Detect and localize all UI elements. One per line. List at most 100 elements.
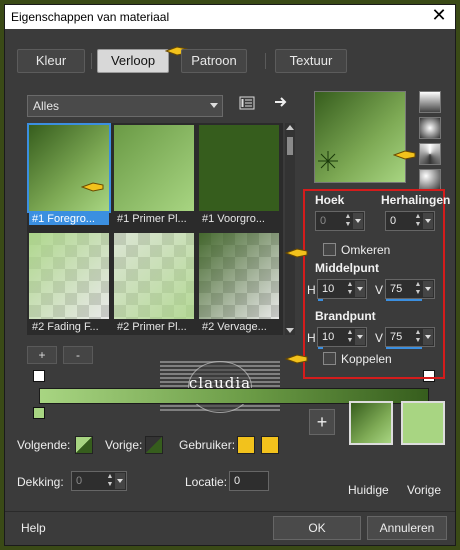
close-button[interactable]: ✕ <box>429 6 449 26</box>
chevron-down-icon[interactable] <box>423 281 433 297</box>
locatie-field[interactable]: 0 <box>229 471 269 491</box>
tab-separator <box>91 53 92 69</box>
gradient-preview[interactable] <box>314 91 406 183</box>
vorige-label: Vorige: <box>105 438 143 452</box>
middelpunt-v-slider[interactable] <box>386 299 422 301</box>
huidige-label: Huidige <box>348 483 389 497</box>
gradient-gallery: #1 Foregro... #1 Primer Pl... #1 Voorgro… <box>27 123 283 335</box>
gallery-filter-dropdown[interactable]: Alles <box>27 95 223 117</box>
sunburst-gradient-type-button[interactable] <box>419 143 441 165</box>
tab-separator <box>265 53 266 69</box>
gradient-thumbnail <box>114 233 194 319</box>
brandpunt-h-slider[interactable] <box>318 347 323 349</box>
middelpunt-h-spinner[interactable]: 10 ▲ ▼ <box>317 279 367 301</box>
vorige-swatch[interactable] <box>145 436 163 454</box>
chevron-down-icon[interactable] <box>423 213 433 229</box>
brandpunt-v-value: 75 <box>390 331 403 343</box>
vorige-swatch-label: Vorige <box>407 483 442 497</box>
opacity-stop-left[interactable] <box>33 370 45 382</box>
gebruiker-swatch-1[interactable] <box>237 436 255 454</box>
tab-textuur[interactable]: Textuur <box>275 49 347 73</box>
middelpunt-v-value: 75 <box>390 283 403 295</box>
koppelen-checkbox[interactable] <box>323 352 336 365</box>
chevron-down-icon[interactable] <box>355 329 365 345</box>
tab-verloop[interactable]: Verloop <box>97 49 169 73</box>
spinner-arrows-icon[interactable]: ▲ ▼ <box>345 281 355 297</box>
gradient-thumbnail <box>114 125 194 211</box>
brandpunt-v-slider[interactable] <box>386 347 422 349</box>
cancel-button[interactable]: Annuleren <box>367 516 447 540</box>
rectangular-gradient-type-button[interactable] <box>419 117 441 139</box>
help-button[interactable]: Help <box>21 521 46 535</box>
gallery-item[interactable]: #2 Vervage... <box>199 233 279 335</box>
dekking-value: 0 <box>76 475 83 487</box>
pointing-hand-icon <box>285 248 308 258</box>
radial-gradient-type-button[interactable] <box>419 169 441 191</box>
volgende-swatch[interactable] <box>75 436 93 454</box>
gallery-item-label: #2 Primer Pl... <box>117 321 187 333</box>
spinner-arrows-icon[interactable]: ▲ ▼ <box>343 213 353 229</box>
herhalingen-spinner[interactable]: 0 ▲ ▼ <box>385 211 435 231</box>
middelpunt-v-spinner[interactable]: 75 ▲ ▼ <box>385 279 435 301</box>
dekking-label: Dekking: <box>17 475 64 489</box>
chevron-down-icon[interactable] <box>355 281 365 297</box>
gradient-thumbnail <box>27 123 111 213</box>
window-title: Eigenschappen van materiaal <box>11 10 170 24</box>
gradient-thumbnail <box>199 233 279 319</box>
color-stop-left[interactable] <box>33 407 45 419</box>
spinner-arrows-icon[interactable]: ▲ ▼ <box>105 473 115 489</box>
outer-frame: Eigenschappen van materiaal ✕ Kleur Verl… <box>0 0 460 550</box>
vorige-big-swatch[interactable] <box>401 401 445 445</box>
ok-button[interactable]: OK <box>273 516 361 540</box>
spinner-arrows-icon[interactable]: ▲ ▼ <box>345 329 355 345</box>
gallery-item[interactable]: #1 Foregro... <box>27 123 111 229</box>
omkeren-label: Omkeren <box>341 243 391 257</box>
dekking-spinner[interactable]: 0 ▲ ▼ <box>71 471 127 491</box>
locatie-label: Locatie: <box>185 475 228 489</box>
spinner-arrows-icon[interactable]: ▲ ▼ <box>413 329 423 345</box>
herhalingen-label: Herhalingen <box>381 193 451 207</box>
gallery-scrollbar[interactable] <box>285 123 295 335</box>
huidige-swatch[interactable] <box>349 401 393 445</box>
chevron-down-icon <box>210 103 218 108</box>
gallery-item-label: #1 Foregro... <box>29 213 109 225</box>
spinner-arrows-icon[interactable]: ▲ ▼ <box>413 213 423 229</box>
hoek-spinner[interactable]: 0 ▲ ▼ <box>315 211 365 231</box>
scroll-thumb[interactable] <box>287 137 293 155</box>
middelpunt-h-slider[interactable] <box>318 299 323 301</box>
brandpunt-label: Brandpunt <box>315 309 376 323</box>
arrow-right-icon[interactable] <box>271 94 291 114</box>
herhalingen-value: 0 <box>390 215 397 227</box>
gallery-item[interactable]: #2 Primer Pl... <box>114 233 194 335</box>
brandpunt-h-value: 10 <box>322 331 335 343</box>
tab-patroon[interactable]: Patroon <box>181 49 247 73</box>
gallery-item[interactable]: #2 Fading F... <box>29 233 109 335</box>
add-preset-button[interactable]: + <box>27 346 57 364</box>
hoek-value: 0 <box>320 215 327 227</box>
tab-kleur[interactable]: Kleur <box>17 49 85 73</box>
remove-preset-button[interactable]: - <box>63 346 93 364</box>
chevron-down-icon[interactable] <box>115 473 125 489</box>
gallery-item[interactable]: #1 Primer Pl... <box>114 125 194 229</box>
pointing-hand-icon <box>285 354 308 364</box>
brandpunt-h-spinner[interactable]: 10 ▲ ▼ <box>317 327 367 349</box>
gebruiker-swatch-2[interactable] <box>261 436 279 454</box>
scroll-down-icon[interactable] <box>286 328 294 333</box>
pointing-hand-icon <box>393 150 416 160</box>
chevron-down-icon[interactable] <box>353 213 363 229</box>
brandpunt-v-spinner[interactable]: 75 ▲ ▼ <box>385 327 435 349</box>
middelpunt-h-label: H <box>307 283 316 297</box>
gallery-item-label: #2 Fading F... <box>32 321 99 333</box>
title-bar: Eigenschappen van materiaal ✕ <box>5 5 455 29</box>
material-properties-dialog: Eigenschappen van materiaal ✕ Kleur Verl… <box>4 4 456 546</box>
gallery-item-label: #1 Voorgro... <box>202 213 265 225</box>
list-view-icon[interactable] <box>237 95 257 115</box>
linear-gradient-type-button[interactable] <box>419 91 441 113</box>
chevron-down-icon[interactable] <box>423 329 433 345</box>
add-swatch-button[interactable]: + <box>309 409 335 435</box>
brandpunt-v-label: V <box>375 331 384 345</box>
spinner-arrows-icon[interactable]: ▲ ▼ <box>413 281 423 297</box>
omkeren-checkbox[interactable] <box>323 243 336 256</box>
gallery-item[interactable]: #1 Voorgro... <box>199 125 279 229</box>
scroll-up-icon[interactable] <box>286 125 294 130</box>
